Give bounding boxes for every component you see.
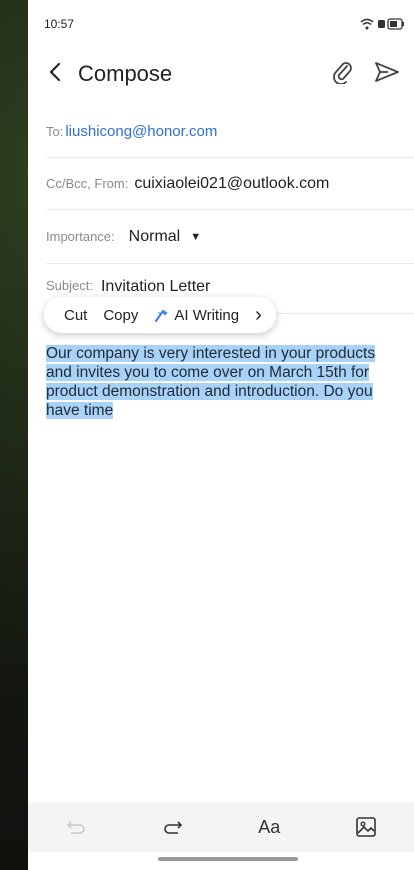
redo-button[interactable] bbox=[143, 807, 203, 847]
subject-label: Subject: bbox=[46, 278, 93, 293]
page-title: Compose bbox=[78, 61, 173, 86]
back-chevron-icon bbox=[49, 62, 61, 82]
from-address[interactable]: cuixiaolei021@outlook.com bbox=[134, 175, 329, 193]
battery-icon bbox=[378, 18, 404, 30]
status-icons bbox=[360, 18, 404, 30]
undo-icon bbox=[67, 821, 86, 834]
text-format-button[interactable]: Aa bbox=[239, 807, 299, 847]
to-label: To: bbox=[46, 124, 64, 139]
send-button[interactable] bbox=[374, 61, 400, 88]
more-options-chevron-icon[interactable]: › bbox=[255, 304, 262, 327]
header-actions bbox=[332, 60, 400, 89]
ai-sparkle-icon bbox=[155, 310, 169, 322]
back-button[interactable] bbox=[48, 62, 74, 86]
send-icon bbox=[375, 61, 399, 82]
wifi-icon bbox=[360, 18, 374, 30]
status-time: 10:57 bbox=[44, 17, 75, 31]
status-bar: 10:57 bbox=[28, 0, 414, 48]
dropdown-caret-icon[interactable]: ▼ bbox=[190, 231, 201, 243]
insert-image-button[interactable] bbox=[336, 807, 396, 847]
attach-button[interactable] bbox=[332, 60, 354, 89]
importance-value[interactable]: Normal bbox=[129, 228, 181, 246]
compose-header: Compose bbox=[28, 48, 414, 100]
ai-writing-button[interactable]: AI Writing bbox=[154, 307, 239, 324]
subject-input[interactable]: Invitation Letter bbox=[101, 278, 210, 296]
importance-field[interactable]: Importance: Normal ▼ bbox=[46, 210, 414, 264]
importance-label: Importance: bbox=[46, 229, 115, 244]
home-indicator[interactable] bbox=[158, 857, 298, 861]
cc-label: Cc/Bcc, From: bbox=[46, 176, 129, 191]
compose-screen: 10:57 Compose To: liushicong@honor.com C… bbox=[28, 0, 414, 870]
image-icon bbox=[355, 817, 376, 837]
to-recipient[interactable]: liushicong@honor.com bbox=[65, 123, 217, 140]
copy-button[interactable]: Copy bbox=[103, 307, 138, 324]
selected-text[interactable]: Our company is very interested in your p… bbox=[46, 345, 376, 419]
ai-writing-label: AI Writing bbox=[174, 306, 240, 324]
paperclip-icon bbox=[333, 61, 352, 85]
bottom-toolbar: Aa bbox=[28, 802, 414, 852]
cut-button[interactable]: Cut bbox=[64, 307, 87, 324]
undo-button[interactable] bbox=[46, 807, 106, 847]
cc-bcc-from-field[interactable]: Cc/Bcc, From: cuixiaolei021@outlook.com bbox=[46, 158, 414, 210]
message-body[interactable]: Our company is very interested in your p… bbox=[46, 344, 398, 420]
to-field[interactable]: To: liushicong@honor.com bbox=[46, 106, 414, 158]
text-selection-menu: Cut Copy AI Writing › bbox=[44, 297, 276, 333]
redo-icon bbox=[163, 821, 182, 834]
